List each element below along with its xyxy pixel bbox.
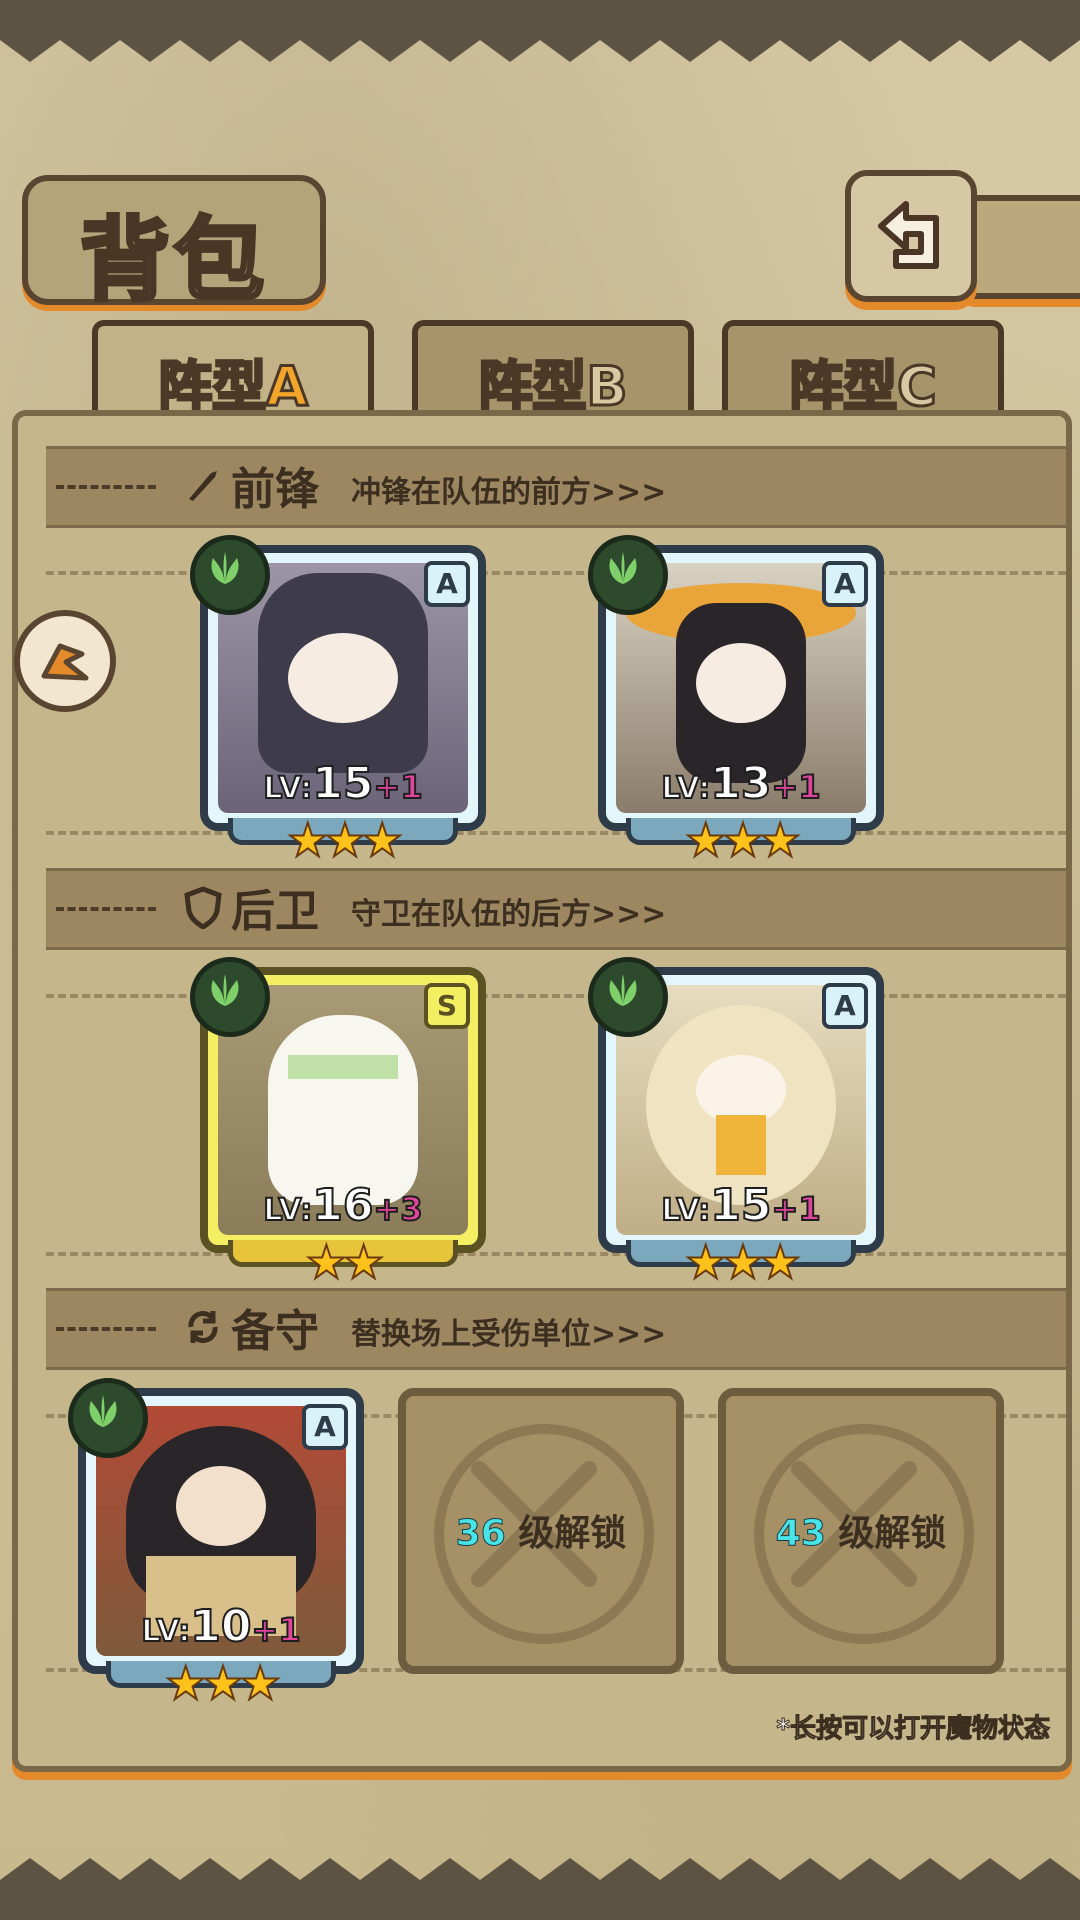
monster-card[interactable]: A LV:15+1 ★★★ (588, 957, 884, 1290)
row-divider (46, 1252, 1066, 1256)
locked-slot[interactable]: 43 级解锁 (718, 1388, 1004, 1674)
level-value: 16 (311, 1179, 374, 1232)
sword-icon (189, 471, 217, 501)
divider (56, 1327, 156, 1331)
monster-card[interactable]: A LV:13+1 ★★★ (588, 535, 884, 868)
level-prefix: LV: (262, 770, 313, 807)
locked-slot[interactable]: 36 级解锁 (398, 1388, 684, 1674)
rank-badge: A (302, 1404, 348, 1450)
monster-card[interactable]: A LV:15+1 ★★★ (190, 535, 486, 868)
section-header-front: 前锋 冲锋在队伍的前方>>> (46, 446, 1066, 528)
side-swap-button[interactable] (14, 610, 116, 712)
tab-label: 阵型 (788, 354, 899, 420)
level-prefix: LV: (660, 770, 711, 807)
level-label: LV:13+1 (606, 757, 876, 810)
tab-letter: C (896, 354, 939, 420)
level-label: LV:15+1 (606, 1179, 876, 1232)
hint-text: *长按可以打开魔物状态 (776, 1714, 1051, 1745)
unlock-label: 级解锁 (825, 1513, 947, 1554)
level-label: LV:16+3 (208, 1179, 478, 1232)
level-value: 15 (709, 1179, 772, 1232)
section-title: 后卫 (231, 886, 319, 937)
tab-letter: B (585, 354, 629, 420)
bottom-jagged-border (0, 1858, 1080, 1920)
monster-card[interactable]: S LV:16+3 ★★ (190, 957, 486, 1290)
star-rating: ★★★ (164, 1655, 282, 1711)
rank-badge: S (424, 983, 470, 1029)
tab-formation-a[interactable]: 阵型A (92, 320, 374, 420)
leaf-icon (68, 1378, 148, 1458)
leaf-icon (588, 957, 668, 1037)
star-rating: ★★ (305, 1234, 385, 1290)
unlock-level: 43 (775, 1513, 826, 1555)
star-rating: ★★★ (684, 812, 802, 868)
level-plus: +1 (250, 1610, 301, 1650)
star-rating: ★★★ (286, 812, 404, 868)
swap-arrow-icon (41, 643, 89, 681)
level-plus: +1 (770, 1189, 821, 1229)
divider (56, 907, 156, 911)
rank-badge: A (822, 561, 868, 607)
unlock-level: 36 (455, 1513, 506, 1555)
rank-badge: A (424, 561, 470, 607)
back-button[interactable] (845, 170, 977, 302)
unlock-label: 级解锁 (505, 1513, 627, 1554)
level-plus: +3 (372, 1189, 423, 1229)
level-prefix: LV: (660, 1192, 711, 1229)
level-label: LV:15+1 (208, 757, 478, 810)
formation-tabs: 阵型A 阵型B 阵型C (92, 320, 1004, 420)
star-rating: ★★★ (684, 1234, 802, 1290)
section-description: 冲锋在队伍的前方>>> (351, 475, 667, 510)
level-value: 10 (189, 1600, 252, 1653)
tab-letter: A (265, 354, 310, 420)
section-header-reserve: 备守 替换场上受伤单位>>> (46, 1288, 1066, 1370)
page-title: 背包 (78, 206, 268, 315)
unlock-requirement: 36 级解锁 (406, 1504, 676, 1556)
rank-badge: A (822, 983, 868, 1029)
section-description: 替换场上受伤单位>>> (351, 1317, 667, 1352)
row-divider (46, 831, 1066, 835)
tab-label: 阵型 (157, 354, 268, 420)
tab-label: 阵型 (477, 354, 588, 420)
section-description: 守卫在队伍的后方>>> (351, 897, 667, 932)
section-title: 前锋 (231, 464, 319, 515)
title-plate: 背包 (22, 175, 326, 315)
level-label: LV:10+1 (86, 1600, 356, 1653)
leaf-icon (190, 957, 270, 1037)
divider (56, 485, 156, 489)
unlock-requirement: 43 级解锁 (726, 1504, 996, 1556)
leaf-icon (588, 535, 668, 615)
swap-icon (188, 1311, 218, 1343)
tab-formation-b[interactable]: 阵型B (412, 320, 694, 420)
level-value: 13 (709, 757, 772, 810)
monster-card[interactable]: A LV:10+1 ★★★ (68, 1378, 364, 1711)
shield-icon (184, 886, 222, 929)
leaf-icon (190, 535, 270, 615)
level-plus: +1 (770, 767, 821, 807)
top-jagged-border (0, 0, 1080, 62)
section-title: 备守 (231, 1306, 319, 1357)
level-plus: +1 (372, 767, 423, 807)
tab-formation-c[interactable]: 阵型C (722, 320, 1004, 420)
level-prefix: LV: (262, 1192, 313, 1229)
back-button-bar (960, 195, 1080, 299)
back-arrow-icon (878, 201, 939, 269)
level-prefix: LV: (140, 1613, 191, 1650)
level-value: 15 (311, 757, 374, 810)
section-header-back: 后卫 守卫在队伍的后方>>> (46, 868, 1066, 950)
